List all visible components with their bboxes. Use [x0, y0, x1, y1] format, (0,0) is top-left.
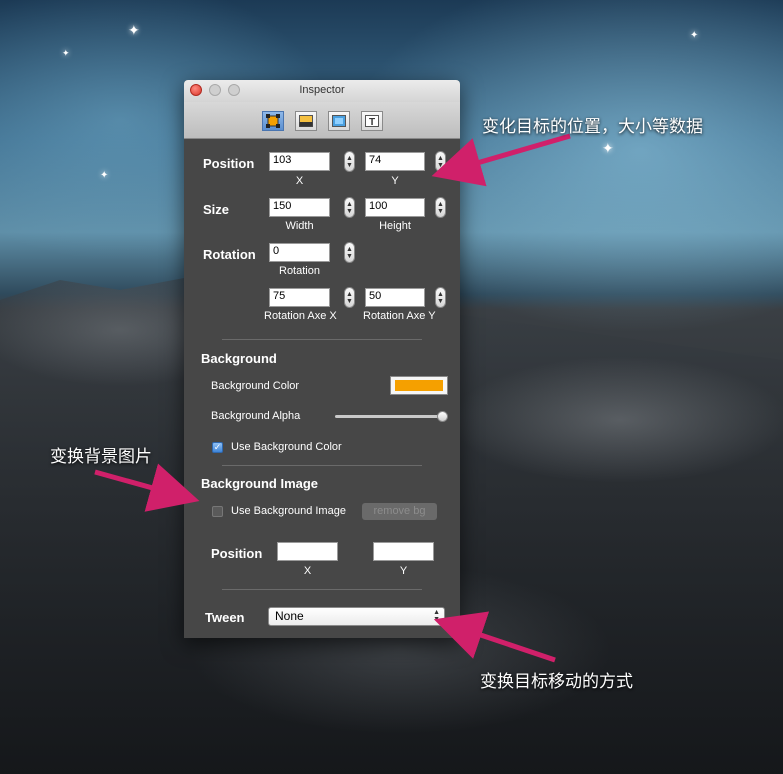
arrow-to-position [431, 133, 571, 187]
position-annotation: 变化目标的位置，大小等数据 [482, 117, 703, 137]
arrow-to-background-image [94, 463, 200, 512]
arrow-to-tween [433, 611, 556, 663]
image-annotation: 变换背景图片 [50, 447, 152, 467]
tween-annotation: 变换目标移动的方式 [480, 672, 633, 692]
